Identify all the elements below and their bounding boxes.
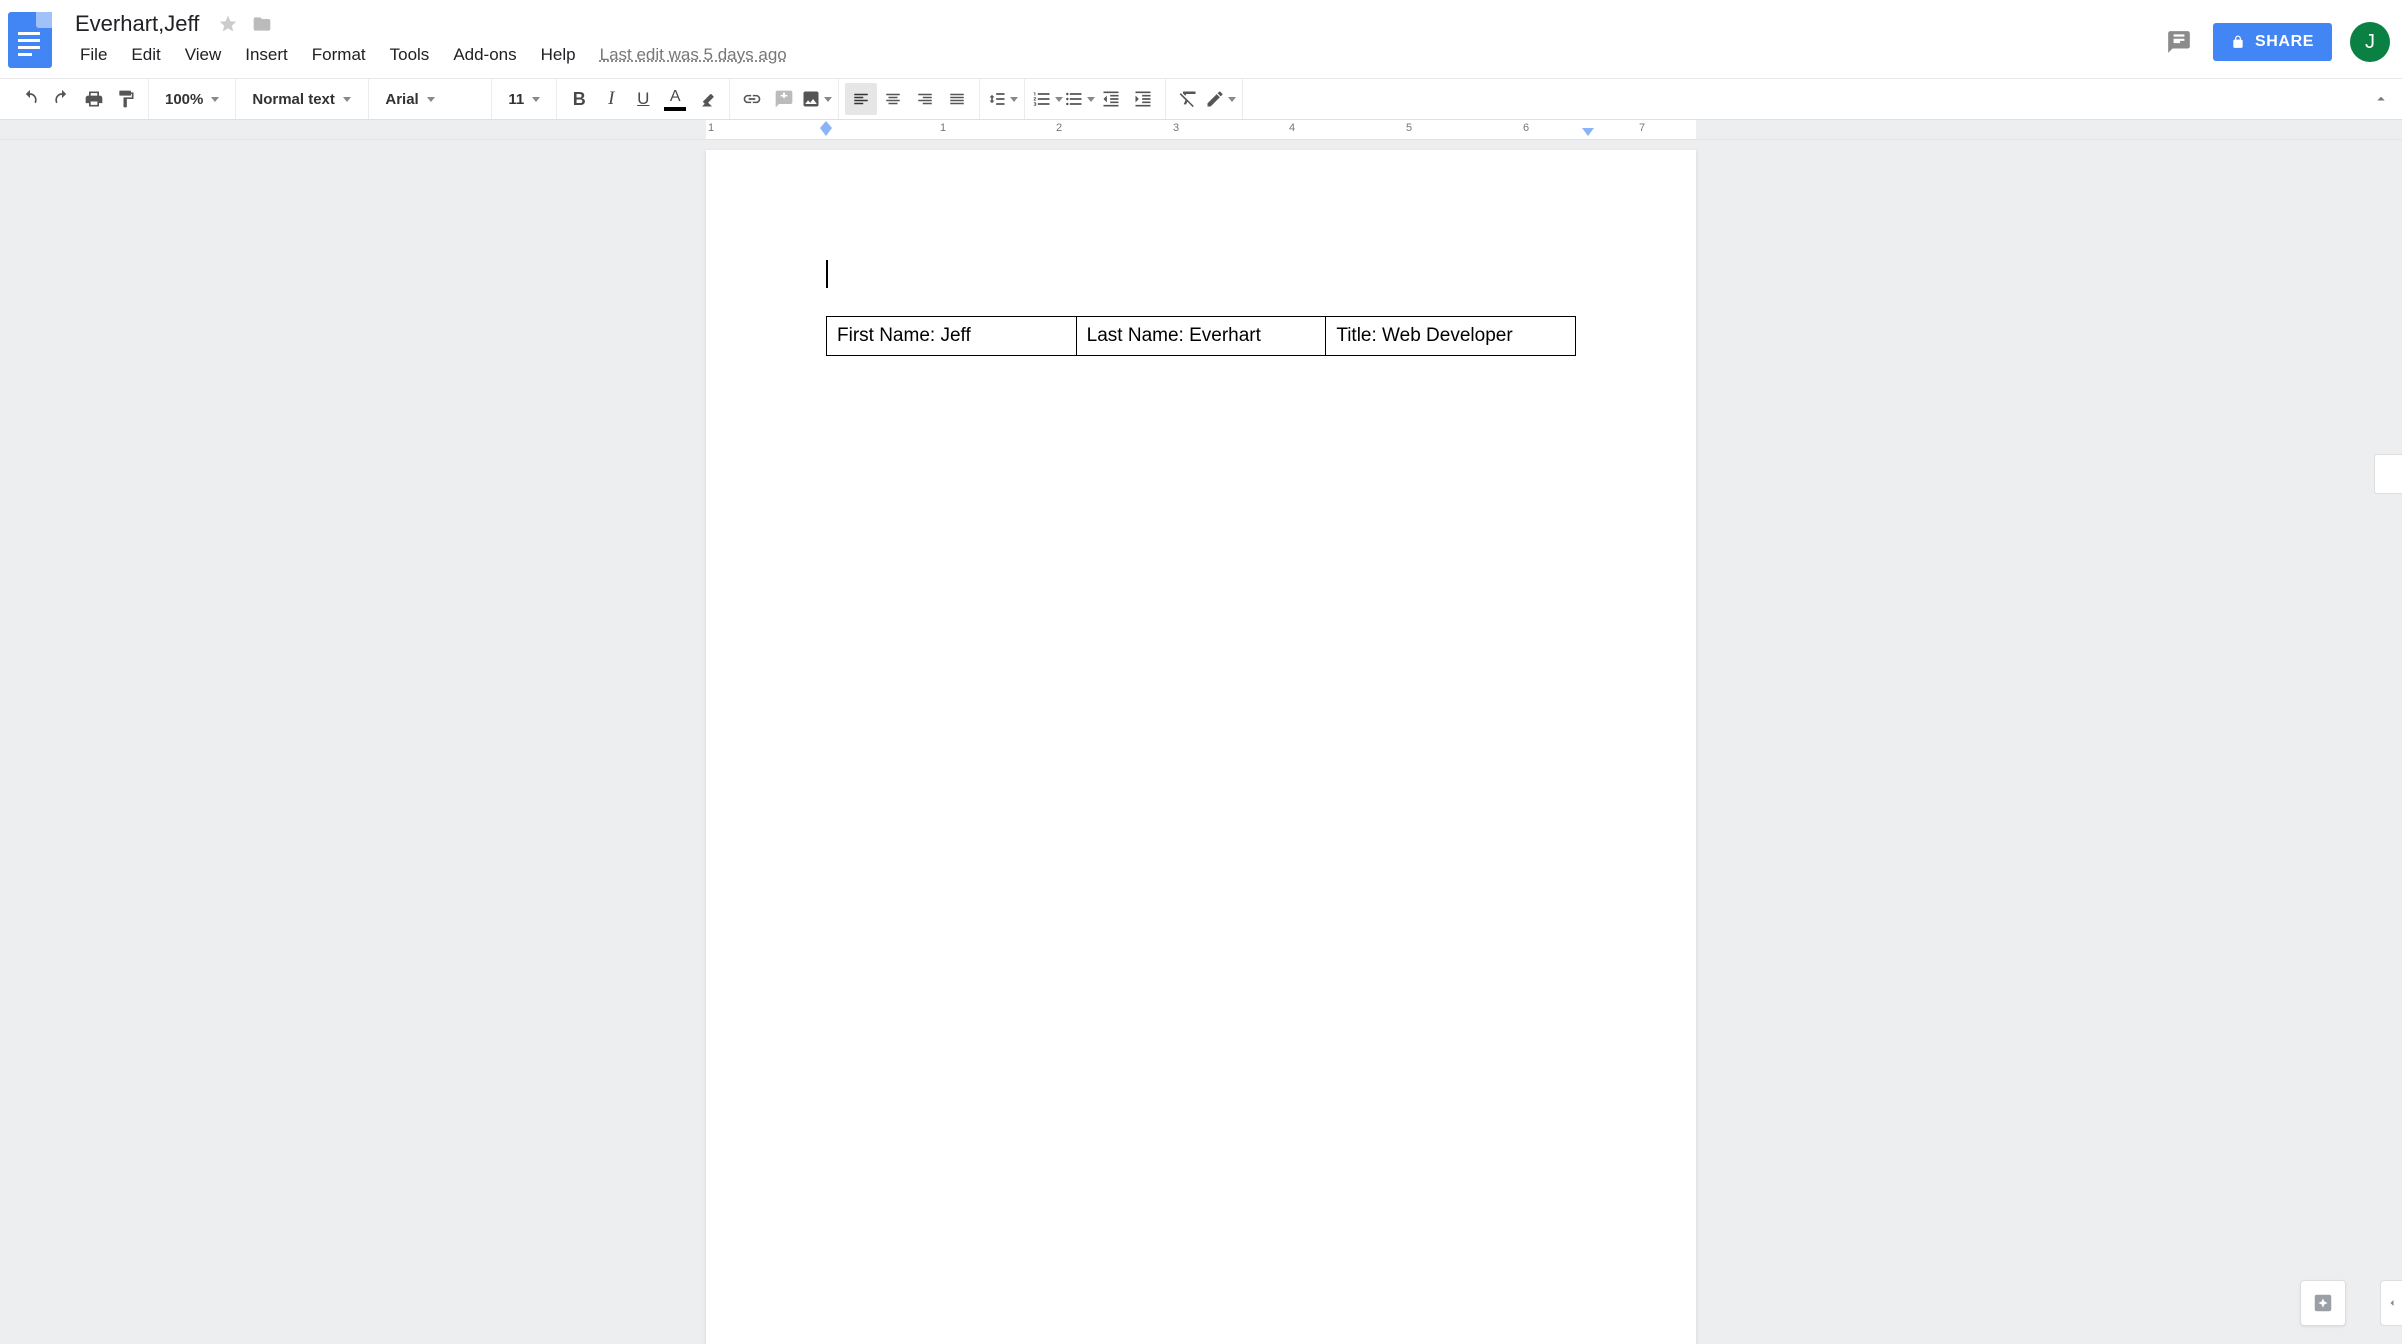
menu-edit[interactable]: Edit	[121, 41, 170, 69]
italic-button[interactable]: I	[595, 83, 627, 115]
menu-insert[interactable]: Insert	[235, 41, 298, 69]
ruler-num: 4	[1289, 122, 1295, 134]
menu-bar: File Edit View Insert Format Tools Add-o…	[70, 40, 2163, 70]
menu-addons[interactable]: Add-ons	[443, 41, 526, 69]
font-size-select[interactable]: 11	[498, 83, 550, 115]
ruler-num: 2	[1056, 122, 1062, 134]
decrease-indent-button[interactable]	[1095, 83, 1127, 115]
folder-icon[interactable]	[252, 14, 272, 34]
app-header: Everhart,Jeff File Edit View Insert Form…	[0, 0, 2402, 78]
ruler[interactable]: 1 1 2 3 4 5 6 7	[0, 120, 2402, 140]
docs-logo[interactable]	[8, 12, 52, 68]
text-color-button[interactable]: A	[659, 83, 691, 115]
menu-file[interactable]: File	[70, 41, 117, 69]
star-icon[interactable]	[218, 14, 238, 34]
clear-formatting-button[interactable]	[1172, 83, 1204, 115]
ruler-num: 6	[1523, 122, 1529, 134]
insert-image-button[interactable]	[800, 83, 832, 115]
text-cursor	[826, 260, 828, 288]
table-cell[interactable]: Title: Web Developer	[1326, 317, 1576, 356]
collapse-sidebar-button[interactable]	[2380, 1280, 2402, 1326]
document-page[interactable]: First Name: Jeff Last Name: Everhart Tit…	[706, 150, 1696, 1344]
side-panel-tab[interactable]	[2374, 454, 2402, 494]
document-table[interactable]: First Name: Jeff Last Name: Everhart Tit…	[826, 316, 1576, 356]
line-spacing-button[interactable]	[986, 83, 1018, 115]
increase-indent-button[interactable]	[1127, 83, 1159, 115]
redo-button[interactable]	[46, 83, 78, 115]
ruler-num: 7	[1639, 122, 1645, 134]
highlight-button[interactable]	[691, 83, 723, 115]
document-canvas[interactable]: First Name: Jeff Last Name: Everhart Tit…	[0, 140, 2402, 1344]
paragraph-style-select[interactable]: Normal text	[242, 83, 362, 115]
document-title[interactable]: Everhart,Jeff	[70, 9, 204, 39]
paint-format-button[interactable]	[110, 83, 142, 115]
ruler-num: 3	[1173, 122, 1179, 134]
insert-comment-button[interactable]	[768, 83, 800, 115]
lock-icon	[2231, 34, 2245, 50]
table-cell[interactable]: First Name: Jeff	[827, 317, 1077, 356]
insert-link-button[interactable]	[736, 83, 768, 115]
font-size-value: 11	[508, 91, 524, 108]
table-cell[interactable]: Last Name: Everhart	[1076, 317, 1326, 356]
undo-button[interactable]	[14, 83, 46, 115]
align-center-button[interactable]	[877, 83, 909, 115]
ruler-num: 1	[708, 122, 714, 134]
font-select[interactable]: Arial	[375, 83, 485, 115]
zoom-value: 100%	[165, 91, 203, 108]
paragraph-style-value: Normal text	[252, 91, 335, 108]
table-row[interactable]: First Name: Jeff Last Name: Everhart Tit…	[827, 317, 1576, 356]
ruler-num: 5	[1406, 122, 1412, 134]
explore-button[interactable]	[2300, 1280, 2346, 1326]
share-label: SHARE	[2255, 33, 2314, 51]
editing-mode-button[interactable]	[1204, 83, 1236, 115]
zoom-select[interactable]: 100%	[155, 83, 229, 115]
avatar[interactable]: J	[2350, 22, 2390, 62]
bold-button[interactable]: B	[563, 83, 595, 115]
hide-menus-button[interactable]	[2372, 90, 2390, 108]
menu-help[interactable]: Help	[531, 41, 586, 69]
underline-button[interactable]: U	[627, 83, 659, 115]
print-button[interactable]	[78, 83, 110, 115]
menu-view[interactable]: View	[175, 41, 232, 69]
comments-icon[interactable]	[2163, 27, 2195, 57]
share-button[interactable]: SHARE	[2213, 23, 2332, 61]
bulleted-list-button[interactable]	[1063, 83, 1095, 115]
align-right-button[interactable]	[909, 83, 941, 115]
font-value: Arial	[385, 91, 418, 108]
align-justify-button[interactable]	[941, 83, 973, 115]
ruler-num: 1	[940, 122, 946, 134]
menu-tools[interactable]: Tools	[380, 41, 440, 69]
toolbar: 100% Normal text Arial 11 B I U A	[0, 78, 2402, 120]
menu-format[interactable]: Format	[302, 41, 376, 69]
last-edit-link[interactable]: Last edit was 5 days ago	[600, 45, 787, 65]
numbered-list-button[interactable]	[1031, 83, 1063, 115]
align-left-button[interactable]	[845, 83, 877, 115]
